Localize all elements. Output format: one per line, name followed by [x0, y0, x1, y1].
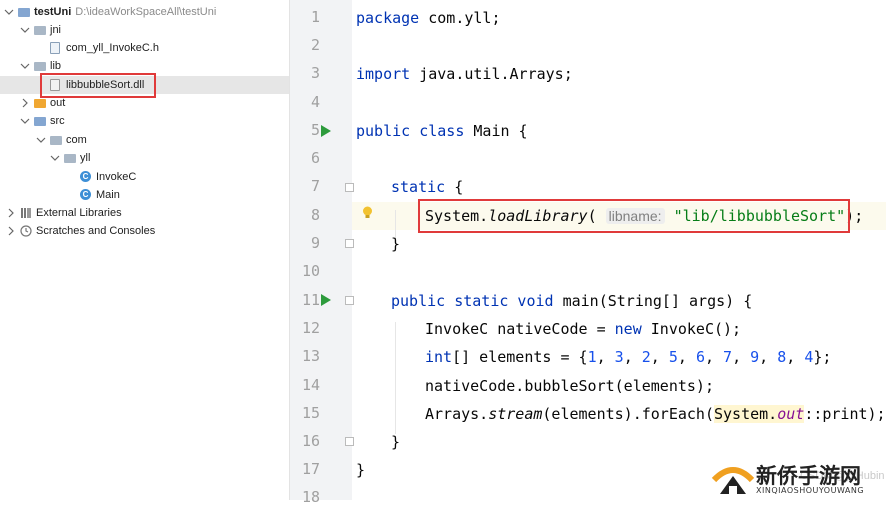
code-line-3: import java.util.Arrays;	[356, 65, 573, 83]
code-line-1: package com.yll;	[356, 9, 501, 27]
folder-icon	[34, 60, 46, 72]
tree-node-project[interactable]: testUni D:\ideaWorkSpaceAll\testUni	[4, 3, 216, 21]
chevron-down-icon[interactable]	[20, 25, 30, 35]
folder-icon	[34, 24, 46, 36]
fold-icon[interactable]	[345, 239, 354, 248]
chevron-down-icon[interactable]	[20, 61, 30, 71]
chevron-right-icon[interactable]	[6, 208, 16, 218]
project-tree: testUni D:\ideaWorkSpaceAll\testUni jni …	[0, 0, 290, 500]
project-path: D:\ideaWorkSpaceAll\testUni	[75, 6, 217, 18]
tree-label-out: out	[50, 97, 66, 109]
tree-label-main: Main	[96, 189, 120, 201]
line-number: 16	[301, 432, 320, 450]
line-number: 7	[310, 177, 320, 195]
line-number: 12	[301, 319, 320, 337]
line-number: 6	[310, 149, 320, 167]
number-literal: 4	[804, 348, 814, 366]
chevron-down-icon[interactable]	[36, 135, 46, 145]
run-icon[interactable]	[321, 294, 331, 306]
number-literal: 5	[668, 348, 678, 366]
code-editor[interactable]: 1 2 3 4 5 6 7 8 9 10 11 12 13 14 15 16 17 18 package com.…	[290, 0, 886, 506]
class-icon: C	[80, 189, 92, 201]
indent-guide	[395, 322, 396, 434]
line-number: 13	[301, 347, 320, 365]
code-line-15: Arrays.stream(elements).forEach(System.o…	[425, 405, 886, 423]
chevron-down-icon[interactable]	[4, 7, 14, 17]
folder-icon	[34, 97, 46, 109]
line-number: 9	[310, 234, 320, 252]
site-watermark: 新侨手游网 XINQIAOSHOUYOUWANG	[706, 454, 886, 500]
tree-label-src: src	[50, 115, 65, 127]
code-line-11: public static void main(String[] args) {	[391, 292, 753, 310]
line-number: 18	[301, 488, 320, 506]
scratches-icon	[20, 225, 32, 237]
chevron-right-icon[interactable]	[20, 98, 30, 108]
tree-label-header-file: com_yll_InvokeC.h	[66, 42, 159, 54]
tree-node-main[interactable]: C Main	[80, 186, 120, 204]
lightbulb-icon[interactable]	[362, 206, 373, 220]
line-number: 5	[310, 121, 320, 139]
tree-node-out[interactable]: out	[20, 94, 65, 112]
number-literal: 1	[587, 348, 597, 366]
tree-node-scratches[interactable]: Scratches and Consoles	[6, 222, 155, 240]
line-number: 4	[310, 93, 320, 111]
tree-node-src[interactable]: src	[20, 112, 65, 130]
tree-node-jni[interactable]: jni	[20, 21, 61, 39]
line-number: 1	[310, 8, 320, 26]
code-line-12: InvokeC nativeCode = new InvokeC();	[425, 320, 742, 338]
libraries-icon	[20, 207, 32, 219]
code-line-7: static {	[391, 178, 464, 196]
site-watermark-subtitle: XINQIAOSHOUYOUWANG	[756, 486, 865, 495]
fold-icon[interactable]	[345, 437, 354, 446]
project-name: testUni	[34, 6, 72, 18]
tree-label-com: com	[66, 134, 87, 146]
tree-node-com[interactable]: com	[36, 131, 87, 149]
source-folder-icon	[34, 115, 46, 127]
tree-node-invokec[interactable]: C InvokeC	[80, 168, 136, 186]
number-literal: 8	[777, 348, 787, 366]
code-line-14: nativeCode.bubbleSort(elements);	[425, 377, 714, 395]
code-line-16: }	[391, 433, 401, 451]
array-literal-values: 1, 3, 2, 5, 6, 7, 9, 8, 4	[587, 348, 814, 366]
fold-icon[interactable]	[345, 183, 354, 192]
header-file-icon	[50, 42, 62, 54]
line-number: 14	[301, 376, 320, 394]
number-literal: 3	[614, 348, 624, 366]
highlight-box-loadlibrary	[418, 199, 850, 233]
tree-node-external-libraries[interactable]: External Libraries	[6, 204, 122, 222]
package-icon	[64, 152, 76, 164]
line-number: 8	[310, 206, 320, 224]
tree-label-invokec: InvokeC	[96, 171, 137, 183]
tree-label-external-libraries: External Libraries	[36, 207, 122, 219]
line-number: 2	[310, 36, 320, 54]
code-line-17: }	[356, 461, 366, 479]
line-number: 11	[301, 291, 320, 309]
chevron-down-icon[interactable]	[50, 153, 60, 163]
tree-node-header-file[interactable]: com_yll_InvokeC.h	[50, 39, 159, 57]
line-number: 17	[301, 460, 320, 478]
line-number: 15	[301, 404, 320, 422]
fold-icon[interactable]	[345, 296, 354, 305]
package-icon	[50, 134, 62, 146]
line-number: 10	[301, 262, 320, 280]
code-line-5: public class Main {	[356, 122, 528, 140]
chevron-down-icon[interactable]	[20, 116, 30, 126]
class-icon: C	[80, 171, 92, 183]
line-number: 3	[310, 64, 320, 82]
tree-node-yll[interactable]: yll	[50, 149, 90, 167]
tree-label-scratches: Scratches and Consoles	[36, 225, 156, 237]
tree-label-yll: yll	[80, 152, 91, 164]
number-literal: 7	[723, 348, 733, 366]
number-literal: 9	[750, 348, 760, 366]
project-folder-icon	[18, 6, 30, 18]
code-line-13: int[] elements = {1, 3, 2, 5, 6, 7, 9, 8…	[425, 348, 832, 366]
tree-label-jni: jni	[50, 24, 62, 36]
run-icon[interactable]	[321, 125, 331, 137]
number-literal: 2	[641, 348, 651, 366]
chevron-right-icon[interactable]	[6, 226, 16, 236]
code-line-9: }	[391, 235, 401, 253]
site-logo-icon	[711, 467, 755, 494]
number-literal: 6	[695, 348, 705, 366]
